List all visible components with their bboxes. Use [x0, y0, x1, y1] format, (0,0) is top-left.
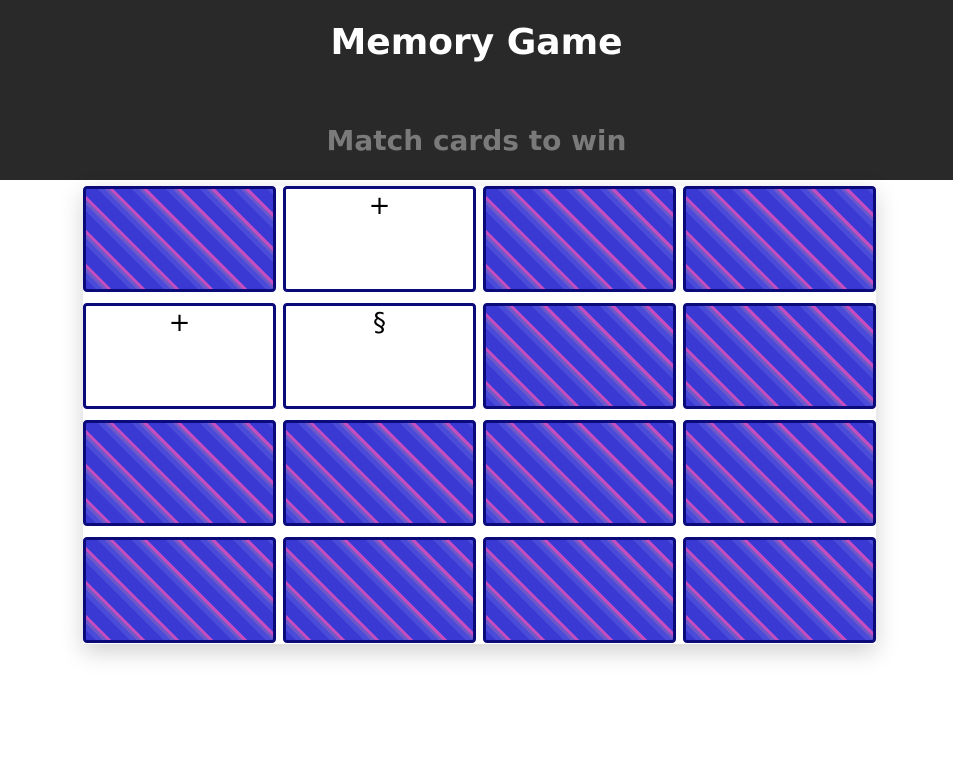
card-face-down[interactable] — [683, 420, 876, 526]
card-face-down[interactable] — [483, 420, 676, 526]
card-face-down[interactable] — [83, 537, 276, 643]
card-symbol: + — [168, 308, 191, 338]
card-face-down[interactable] — [683, 537, 876, 643]
card-face-up[interactable]: + — [283, 186, 476, 292]
card-face-down[interactable] — [483, 186, 676, 292]
card-face-down[interactable] — [83, 420, 276, 526]
card-face-down[interactable] — [283, 420, 476, 526]
header-bar: Memory Game Match cards to win — [0, 0, 953, 180]
card-face-down[interactable] — [483, 537, 676, 643]
card-face-down[interactable] — [283, 537, 476, 643]
game-title: Memory Game — [330, 22, 623, 63]
card-face-down[interactable] — [483, 303, 676, 409]
game-subtitle: Match cards to win — [326, 124, 627, 157]
card-face-up[interactable]: § — [283, 303, 476, 409]
card-symbol: + — [368, 191, 391, 221]
card-face-down[interactable] — [683, 186, 876, 292]
card-symbol: § — [373, 308, 386, 338]
card-face-down[interactable] — [683, 303, 876, 409]
card-face-up[interactable]: + — [83, 303, 276, 409]
card-face-down[interactable] — [83, 186, 276, 292]
card-board: + + § — [83, 186, 876, 644]
